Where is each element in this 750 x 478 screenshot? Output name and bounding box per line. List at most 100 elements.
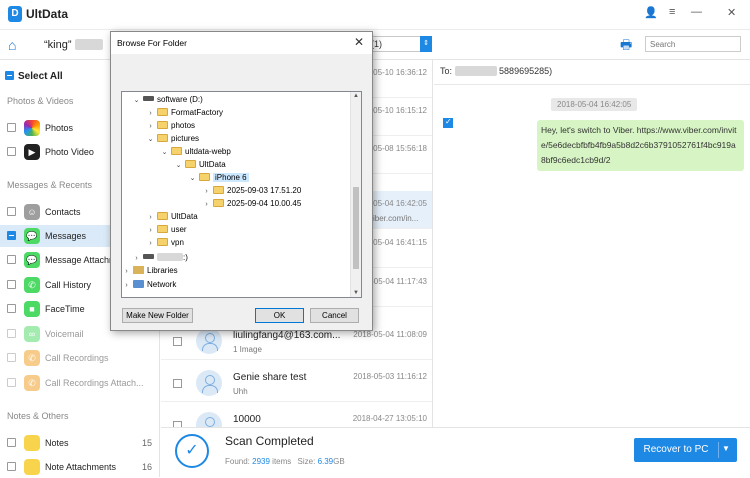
checkbox[interactable] xyxy=(173,337,182,346)
user-icon[interactable]: 👤 xyxy=(644,6,658,19)
chevron-down-icon[interactable]: ⌄ xyxy=(132,96,141,104)
checkbox[interactable] xyxy=(7,123,16,132)
chevron-down-icon[interactable]: ⇕ xyxy=(420,36,432,52)
ok-button[interactable]: OK xyxy=(255,308,304,323)
chevron-down-icon[interactable]: ⌄ xyxy=(188,174,197,182)
tree-node-folder[interactable]: › 2025-09-04 10.00.45 xyxy=(202,199,301,212)
drive-icon xyxy=(143,96,154,101)
folder-icon xyxy=(171,147,182,155)
avatar-icon xyxy=(196,412,222,427)
checkbox[interactable] xyxy=(7,207,16,216)
home-icon[interactable]: ⌂ xyxy=(8,37,16,53)
tree-node-folder[interactable]: ⌄ UltData xyxy=(174,160,226,173)
folder-icon xyxy=(213,186,224,194)
checkbox[interactable] xyxy=(7,231,16,240)
photos-icon xyxy=(24,120,40,136)
dialog-titlebar: Browse For Folder ✕ xyxy=(111,32,372,54)
avatar-icon xyxy=(196,370,222,396)
message-checkbox[interactable] xyxy=(443,117,453,128)
section-notes-others: Notes & Others xyxy=(7,411,69,421)
tree-node-folder[interactable]: › vpn xyxy=(146,238,184,251)
checkbox xyxy=(7,378,16,387)
tree-node-folder[interactable]: › UltData xyxy=(146,212,198,225)
recover-to-pc-button[interactable]: Recover to PC ▼ xyxy=(634,438,737,462)
checkbox[interactable] xyxy=(7,255,16,264)
scan-summary: Found: 2939 items Size: 6.39GB xyxy=(225,457,345,466)
tree-node-label: FormatFactory xyxy=(171,108,224,117)
select-all-checkbox[interactable] xyxy=(5,71,14,80)
folder-tree[interactable]: ⌄ software (D:) › FormatFactory › photos ⌄ p… xyxy=(121,91,362,298)
close-icon[interactable]: ✕ xyxy=(354,35,364,49)
chevron-right-icon[interactable]: › xyxy=(202,188,211,195)
sidebar-item-call-recordings: ✆ Call Recordings xyxy=(0,347,160,369)
scroll-thumb[interactable] xyxy=(353,187,359,269)
close-button[interactable]: ✕ xyxy=(727,6,736,19)
checkbox[interactable] xyxy=(7,147,16,156)
sidebar-item-label: Call History xyxy=(45,280,92,290)
conversation-dropdown[interactable]: (1) ⇕ xyxy=(366,36,432,52)
checkbox[interactable] xyxy=(7,462,16,471)
tree-node-drive-d[interactable]: ⌄ software (D:) xyxy=(132,95,203,108)
tree-scrollbar[interactable]: ▲ ▼ xyxy=(350,92,361,297)
chevron-right-icon[interactable]: › xyxy=(146,123,155,130)
checkbox[interactable] xyxy=(7,280,16,289)
size-value: 6.39 xyxy=(317,457,334,466)
checkbox[interactable] xyxy=(173,379,182,388)
scroll-up-icon[interactable]: ▲ xyxy=(353,93,359,99)
tree-node-folder[interactable]: ⌄ ultdata-webp xyxy=(160,147,231,160)
checkbox[interactable] xyxy=(7,438,16,447)
tree-node-folder[interactable]: › 2025-09-03 17.51.20 xyxy=(202,186,301,199)
folder-icon xyxy=(157,134,168,142)
tree-node-label: vpn xyxy=(171,238,184,247)
folder-icon xyxy=(213,199,224,207)
list-item[interactable]: Genie share test Uhh 2018-05-03 11:16:12 xyxy=(161,364,432,402)
tree-node-folder[interactable]: › photos xyxy=(146,121,195,134)
cancel-button[interactable]: Cancel xyxy=(310,308,359,323)
chevron-right-icon[interactable]: › xyxy=(202,201,211,208)
print-icon[interactable]: 🖶 xyxy=(620,36,632,58)
call-recording-attach-icon: ✆ xyxy=(24,375,40,391)
select-all[interactable]: Select All xyxy=(5,70,63,82)
avatar-icon xyxy=(196,328,222,354)
dialog-title: Browse For Folder xyxy=(117,38,187,48)
checkbox[interactable] xyxy=(7,304,16,313)
chevron-down-icon[interactable]: ⌄ xyxy=(174,161,183,169)
chevron-down-icon[interactable]: ▼ xyxy=(722,444,730,453)
menu-icon[interactable]: ≡ xyxy=(669,6,675,18)
phone-icon: ✆ xyxy=(24,277,40,293)
messages-icon: 💬 xyxy=(24,228,40,244)
chevron-right-icon[interactable]: › xyxy=(146,240,155,247)
tree-node-folder[interactable]: › FormatFactory xyxy=(146,108,223,121)
chevron-right-icon[interactable]: › xyxy=(122,282,131,289)
tree-node-libraries[interactable]: › Libraries xyxy=(122,266,178,279)
chevron-right-icon[interactable]: › xyxy=(122,268,131,275)
scroll-down-icon[interactable]: ▼ xyxy=(353,290,359,296)
sidebar-item-note-attachments[interactable]: Note Attachments 16 xyxy=(0,456,160,478)
tree-node-folder-selected[interactable]: ⌄ iPhone 6 xyxy=(188,173,249,186)
search-input[interactable] xyxy=(645,36,741,52)
tree-node-folder[interactable]: › user xyxy=(146,225,187,238)
items-label: items xyxy=(272,457,292,466)
sidebar-item-notes[interactable]: Notes 15 xyxy=(0,432,160,454)
row-name: liulingfang4@163.com... xyxy=(233,330,341,341)
section-photos-videos: Photos & Videos xyxy=(7,96,74,106)
chevron-right-icon[interactable]: › xyxy=(146,227,155,234)
chevron-down-icon[interactable]: ⌄ xyxy=(160,148,169,156)
note-attachment-icon xyxy=(24,459,40,475)
minimize-button[interactable]: — xyxy=(691,6,702,18)
network-icon xyxy=(133,280,144,288)
chevron-right-icon[interactable]: › xyxy=(132,255,141,262)
chevron-down-icon[interactable]: ⌄ xyxy=(146,135,155,143)
make-new-folder-button[interactable]: Make New Folder xyxy=(122,308,193,323)
tree-node-drive[interactable]: ›:) xyxy=(132,253,188,266)
size-label: Size: xyxy=(297,457,316,466)
check-icon: ✓ xyxy=(175,434,209,468)
tree-node-folder[interactable]: ⌄ pictures xyxy=(146,134,199,147)
list-item[interactable]: 10000 2018-04-27 13:05:10 xyxy=(161,406,432,427)
tree-node-label: Network xyxy=(147,280,177,289)
tree-node-network[interactable]: › Network xyxy=(122,280,176,293)
chevron-right-icon[interactable]: › xyxy=(146,110,155,117)
message-timestamp: 2018-05-04 16:42:05 xyxy=(551,98,638,111)
chevron-right-icon[interactable]: › xyxy=(146,214,155,221)
redacted-block xyxy=(454,66,497,76)
